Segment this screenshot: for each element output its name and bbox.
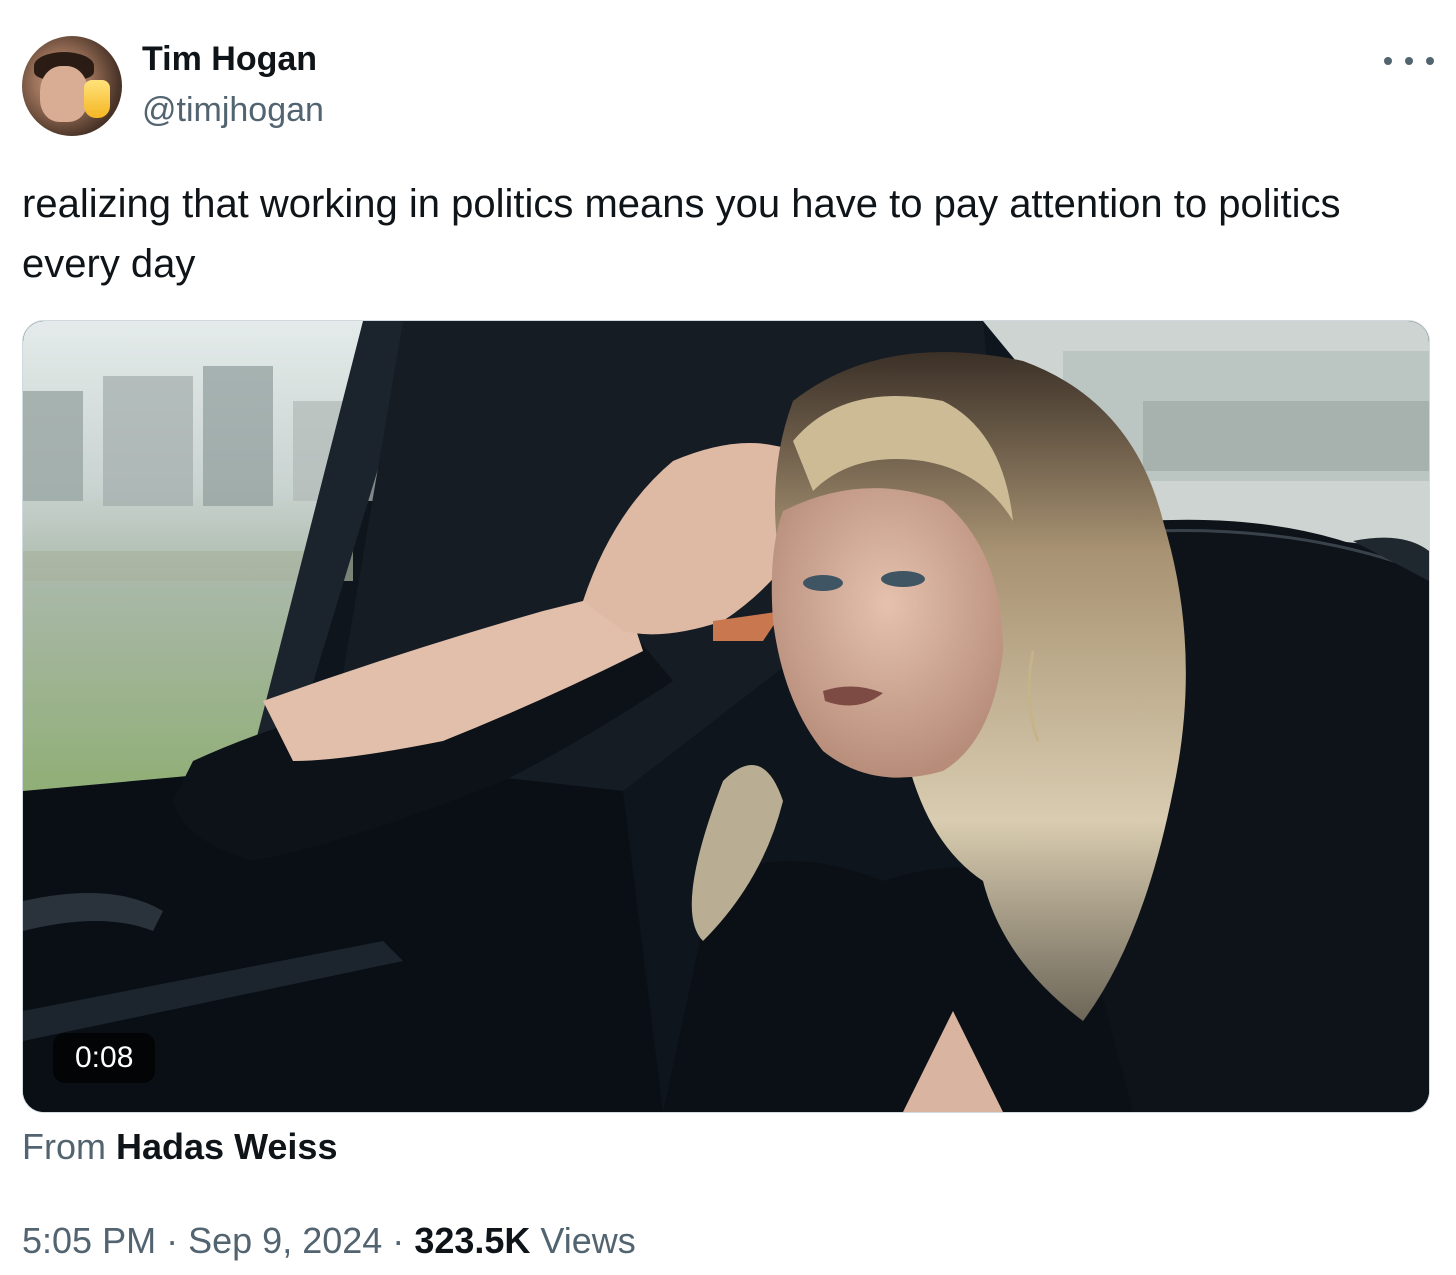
tweet-card: Tim Hogan @timjhogan realizing that work… <box>0 0 1456 1275</box>
tweet-time[interactable]: 5:05 PM <box>22 1220 156 1261</box>
meta-separator: · <box>166 1220 179 1261</box>
video-duration-badge: 0:08 <box>53 1033 156 1083</box>
tweet-meta: 5:05 PM · Sep 9, 2024 · 323.5K Views <box>22 1220 636 1262</box>
video-player[interactable]: 0:08 <box>22 320 1430 1113</box>
meta-separator: · <box>392 1220 405 1261</box>
avatar-juice-glass <box>84 80 110 118</box>
attribution-source-link[interactable]: Hadas Weiss <box>116 1126 337 1167</box>
video-thumbnail <box>23 321 1429 1112</box>
author-handle[interactable]: @timjhogan <box>142 91 324 130</box>
author-name[interactable]: Tim Hogan <box>142 40 317 79</box>
avatar[interactable] <box>22 36 122 136</box>
views-count: 323.5K <box>414 1220 531 1261</box>
media-attribution: From Hadas Weiss <box>22 1126 337 1168</box>
more-options-button[interactable] <box>1384 46 1434 76</box>
more-dot-icon <box>1384 57 1392 65</box>
tweet-text: realizing that working in politics means… <box>22 182 1341 286</box>
more-dot-icon <box>1405 57 1413 65</box>
views-label: Views <box>540 1220 636 1261</box>
attribution-prefix: From <box>22 1126 106 1167</box>
avatar-face <box>40 66 88 122</box>
tweet-date[interactable]: Sep 9, 2024 <box>188 1220 382 1261</box>
more-dot-icon <box>1426 57 1434 65</box>
